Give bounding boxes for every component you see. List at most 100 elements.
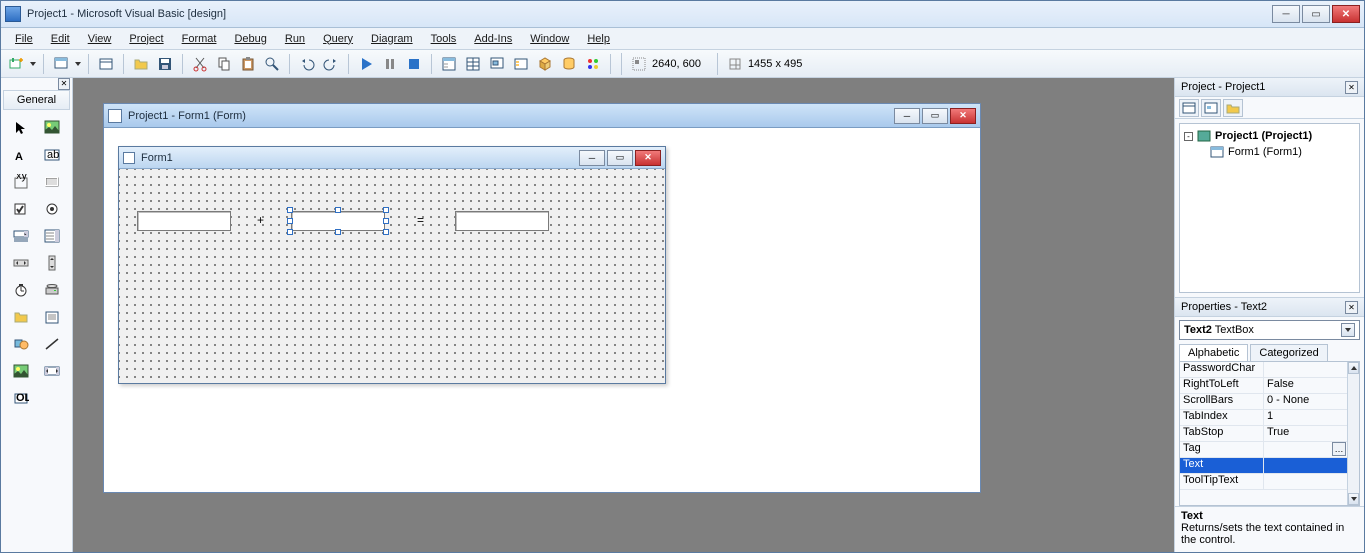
property-row[interactable]: RightToLeftFalse — [1180, 378, 1347, 394]
project-explorer-button[interactable] — [438, 53, 460, 75]
property-row[interactable]: PasswordChar — [1180, 362, 1347, 378]
project-panel-title-bar[interactable]: Project - Project1 ✕ — [1175, 78, 1364, 97]
tab-categorized[interactable]: Categorized — [1250, 344, 1327, 361]
properties-window-button[interactable] — [462, 53, 484, 75]
menu-format[interactable]: Format — [174, 31, 225, 47]
listbox-tool[interactable] — [38, 224, 66, 248]
form-designer-window[interactable]: Project1 - Form1 (Form) ─ ▭ ✕ Form1 — [103, 103, 981, 493]
properties-panel-close-button[interactable]: ✕ — [1345, 301, 1358, 314]
tab-alphabetic[interactable]: Alphabetic — [1179, 344, 1248, 361]
property-row[interactable]: TabStopTrue — [1180, 426, 1347, 442]
form-title-bar[interactable]: Form1 ─ ▭ ✕ — [119, 147, 665, 169]
vscrollbar-tool[interactable] — [38, 251, 66, 275]
scroll-up-button[interactable] — [1348, 362, 1359, 374]
data-tool[interactable] — [38, 359, 66, 383]
text1-control[interactable] — [137, 211, 231, 231]
menu-run[interactable]: Run — [277, 31, 313, 47]
end-button[interactable] — [403, 53, 425, 75]
form-client-area[interactable]: + — [119, 169, 665, 383]
component-manager-button[interactable] — [582, 53, 604, 75]
picturebox-tool[interactable] — [38, 116, 66, 140]
toolbox-close-button[interactable]: ✕ — [58, 78, 70, 90]
property-value[interactable] — [1264, 442, 1332, 457]
resize-handle-ne[interactable] — [383, 207, 389, 213]
properties-scrollbar[interactable] — [1347, 362, 1359, 505]
object-browser-button[interactable] — [510, 53, 532, 75]
property-row[interactable]: TabIndex1 — [1180, 410, 1347, 426]
property-value[interactable] — [1264, 458, 1347, 473]
designer-close-button[interactable]: ✕ — [950, 108, 976, 124]
property-ellipsis-button[interactable]: … — [1332, 442, 1346, 456]
property-row[interactable]: Text — [1180, 458, 1347, 474]
window-maximize-button[interactable]: ▭ — [1302, 5, 1330, 23]
toggle-folders-button[interactable] — [1223, 99, 1243, 117]
text3-control[interactable] — [455, 211, 549, 231]
toolbox-header[interactable]: General — [3, 90, 70, 110]
checkbox-tool[interactable] — [7, 197, 35, 221]
copy-button[interactable] — [213, 53, 235, 75]
menu-diagram[interactable]: Diagram — [363, 31, 421, 47]
property-row[interactable]: ScrollBars0 - None — [1180, 394, 1347, 410]
form-layout-button[interactable] — [486, 53, 508, 75]
textbox-tool[interactable]: ab| — [38, 143, 66, 167]
frame-tool[interactable]: xy — [7, 170, 35, 194]
properties-panel-title-bar[interactable]: Properties - Text2 ✕ — [1175, 298, 1364, 317]
text2-control[interactable] — [291, 211, 385, 231]
form-maximize-button[interactable]: ▭ — [607, 150, 633, 166]
designer-title-bar[interactable]: Project1 - Form1 (Form) ─ ▭ ✕ — [104, 104, 980, 128]
property-value[interactable] — [1264, 474, 1347, 489]
optionbutton-tool[interactable] — [38, 197, 66, 221]
label-tool[interactable]: A — [7, 143, 35, 167]
tree-project-node[interactable]: - Project1 (Project1) — [1184, 128, 1355, 144]
menu-file[interactable]: File — [7, 31, 41, 47]
menu-view[interactable]: View — [80, 31, 120, 47]
mdi-area[interactable]: Project1 - Form1 (Form) ─ ▭ ✕ Form1 — [73, 78, 1174, 552]
menu-debug[interactable]: Debug — [226, 31, 274, 47]
title-bar[interactable]: Project1 - Microsoft Visual Basic [desig… — [1, 1, 1364, 28]
line-tool[interactable] — [38, 332, 66, 356]
data-view-button[interactable] — [558, 53, 580, 75]
property-value[interactable]: 0 - None — [1264, 394, 1347, 409]
text2-selection[interactable] — [291, 211, 385, 231]
ole-tool[interactable]: OLE — [7, 386, 35, 410]
tree-collapse-icon[interactable]: - — [1184, 132, 1193, 141]
property-row[interactable]: Tag… — [1180, 442, 1347, 458]
resize-handle-se[interactable] — [383, 229, 389, 235]
property-value[interactable]: 1 — [1264, 410, 1347, 425]
menu-window[interactable]: Window — [522, 31, 577, 47]
paste-button[interactable] — [237, 53, 259, 75]
view-code-button[interactable] — [1179, 99, 1199, 117]
menu-project[interactable]: Project — [121, 31, 171, 47]
property-row[interactable]: ToolTipText — [1180, 474, 1347, 490]
resize-handle-e[interactable] — [383, 218, 389, 224]
menu-query[interactable]: Query — [315, 31, 361, 47]
timer-tool[interactable] — [7, 278, 35, 302]
properties-grid[interactable]: PasswordCharRightToLeftFalseScrollBars0 … — [1180, 362, 1347, 505]
project-panel-close-button[interactable]: ✕ — [1345, 81, 1358, 94]
properties-object-combo[interactable]: Text2 TextBox — [1179, 320, 1360, 340]
break-button[interactable] — [379, 53, 401, 75]
menu-tools[interactable]: Tools — [423, 31, 465, 47]
open-button[interactable] — [130, 53, 152, 75]
find-button[interactable] — [261, 53, 283, 75]
dirlistbox-tool[interactable] — [7, 305, 35, 329]
drivelistbox-tool[interactable] — [38, 278, 66, 302]
start-button[interactable] — [355, 53, 377, 75]
pointer-tool[interactable] — [7, 116, 35, 140]
cut-button[interactable] — [189, 53, 211, 75]
label-plus[interactable]: + — [257, 213, 264, 227]
form-close-button[interactable]: ✕ — [635, 150, 661, 166]
resize-handle-sw[interactable] — [287, 229, 293, 235]
property-value[interactable] — [1264, 362, 1347, 377]
combo-dropdown-arrow[interactable] — [1341, 323, 1355, 337]
designer-maximize-button[interactable]: ▭ — [922, 108, 948, 124]
commandbutton-tool[interactable] — [38, 170, 66, 194]
label-equals[interactable]: = — [417, 213, 424, 227]
shape-tool[interactable] — [7, 332, 35, 356]
project-tree[interactable]: - Project1 (Project1) Form1 (Form1) — [1179, 123, 1360, 293]
undo-button[interactable] — [296, 53, 318, 75]
add-project-dropdown[interactable] — [29, 53, 37, 75]
resize-handle-nw[interactable] — [287, 207, 293, 213]
window-close-button[interactable]: ✕ — [1332, 5, 1360, 23]
property-value[interactable]: True — [1264, 426, 1347, 441]
